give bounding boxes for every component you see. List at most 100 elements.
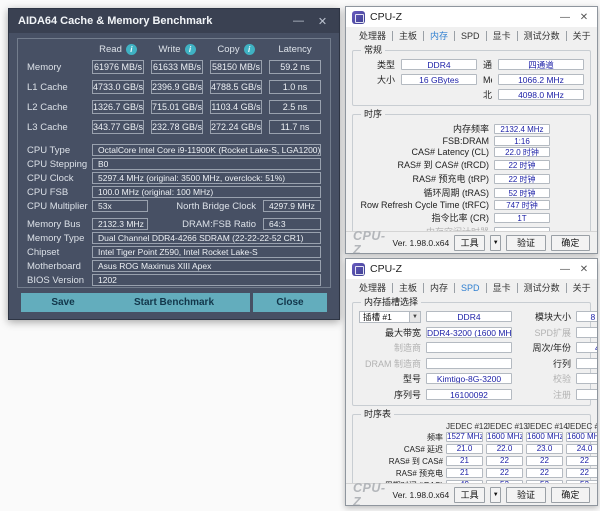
bench-value: 1.0 ns	[269, 80, 321, 94]
jedec-cell: 1600 MHz	[526, 432, 563, 442]
jedec-cell: 21.0	[446, 444, 483, 454]
mem-controller-field: 1066.2 MHz	[498, 74, 584, 85]
timing-field: 2132.4 MHz	[494, 123, 550, 134]
ok-button[interactable]: 确定	[550, 486, 591, 503]
tab-spd[interactable]: SPD	[455, 30, 487, 41]
tab-cpu[interactable]: 处理器	[353, 282, 394, 293]
bench-value: 272.24 GB/s	[210, 120, 262, 134]
bench-value: 715.01 GB/s	[151, 100, 203, 114]
jedec-cell: 22.0	[486, 444, 523, 454]
groupbox-title: 时序表	[361, 408, 395, 420]
start-benchmark-button[interactable]: Start Benchmark	[98, 293, 250, 312]
col-header-read: Read i	[92, 44, 144, 55]
tools-button[interactable]: 工具	[454, 234, 486, 251]
info-row-cpu-fsb: CPU FSB 100.0 MHz (original: 100 MHz)	[27, 186, 321, 198]
slot-select-groupbox: 内存插槽选择 插槽 #1 ▼ DDR4 模块大小 8 GBytes 最大带宽 D…	[352, 297, 597, 406]
save-button[interactable]: Save	[21, 293, 105, 312]
bench-row-memory: Memory 61976 MB/s 61633 MB/s 58150 MB/s …	[27, 60, 321, 74]
validate-button[interactable]: 验证	[506, 486, 546, 503]
info-row-cpu-multiplier: CPU Multiplier 53x North Bridge Clock 42…	[27, 200, 321, 212]
tab-memory[interactable]: 内存	[424, 30, 456, 41]
row-label: Memory	[27, 61, 62, 73]
col-header-latency: Latency	[278, 44, 312, 55]
info-value: 1202	[92, 274, 321, 286]
tab-about[interactable]: 关于	[567, 282, 597, 293]
tab-graphics[interactable]: 显卡	[487, 282, 518, 293]
jedec-col-header: JEDEC #12	[446, 421, 488, 431]
aida64-titlebar[interactable]: AIDA64 Cache & Memory Benchmark — ✕	[9, 9, 339, 33]
tab-cpu[interactable]: 处理器	[353, 30, 394, 41]
cpuz-spd-window: CPU-Z — ✕ 处理器 主板 内存 SPD 显卡 测试分数 关于 内存插槽选…	[345, 258, 598, 506]
slot-select-dropdown[interactable]: 插槽 #1 ▼	[359, 310, 421, 323]
validate-button[interactable]: 验证	[506, 234, 546, 251]
minimize-icon[interactable]: —	[558, 264, 572, 275]
info-row-chipset: Chipset Intel Tiger Point Z590, Intel Ro…	[27, 246, 321, 258]
timing-field: 22 时钟	[494, 173, 550, 184]
memory-type-field: DDR4	[401, 59, 477, 70]
cpuz-statusbar: CPU-Z Ver. 1.98.0.x64 工具 ▼ 验证 确定	[346, 229, 597, 253]
nb-frequency-field: 4098.0 MHz	[498, 89, 584, 100]
version-label: Ver. 1.98.0.x64	[392, 237, 450, 248]
row-label: L1 Cache	[27, 81, 68, 93]
close-button[interactable]: Close	[253, 293, 327, 312]
cpuz-app-icon	[352, 262, 365, 276]
info-icon[interactable]: i	[243, 44, 255, 55]
close-icon[interactable]: ✕	[577, 12, 591, 23]
jedec-col-header: JEDEC #13	[486, 421, 528, 431]
info-row-cpu-type: CPU Type OctalCore Intel Core i9-11900K …	[27, 144, 321, 156]
cpuz-statusbar: CPU-Z Ver. 1.98.0.x64 工具 ▼ 验证 确定	[346, 481, 597, 505]
timing-field: 747 时钟	[494, 200, 550, 210]
info-value: 4297.9 MHz	[263, 200, 321, 212]
jedec-cell: 1600 MHz	[566, 432, 597, 442]
info-row-cpu-clock: CPU Clock 5297.4 MHz (original: 3500 MHz…	[27, 172, 321, 184]
aida64-button-row: Save Start Benchmark Close	[9, 293, 339, 312]
info-value: Asus ROG Maximus XIII Apex	[92, 260, 321, 272]
jedec-cell: 21	[446, 456, 483, 466]
jedec-cell: 1600 MHz	[486, 432, 523, 442]
dropdown-arrow-icon: ▼	[409, 311, 420, 322]
jedec-cell: 23.0	[526, 444, 563, 454]
tab-about[interactable]: 关于	[567, 30, 597, 41]
bench-value: 61976 MB/s	[92, 60, 144, 74]
bench-row-l3: L3 Cache 343.77 GB/s 232.78 GB/s 272.24 …	[27, 120, 321, 134]
timing-field: 52 时钟	[494, 187, 550, 198]
tab-bench[interactable]: 测试分数	[518, 30, 567, 41]
jedec-cell: 21	[446, 468, 483, 478]
general-groupbox: 常规 类型 DDR4 通道数 四通道 大小 16 GBytes Mem Cont…	[352, 45, 591, 106]
close-icon[interactable]: ✕	[577, 264, 591, 275]
row-label: L3 Cache	[27, 121, 68, 133]
ok-button[interactable]: 确定	[550, 234, 591, 251]
cpuz-window-title: CPU-Z	[370, 11, 403, 23]
tab-mainboard[interactable]: 主板	[393, 282, 425, 293]
minimize-icon[interactable]: —	[558, 12, 572, 23]
tab-memory[interactable]: 内存	[424, 282, 456, 293]
close-icon[interactable]: ✕	[315, 15, 330, 28]
tools-dropdown-arrow-icon[interactable]: ▼	[490, 234, 502, 251]
info-value: Dual Channel DDR4-4266 SDRAM (22-22-22-5…	[92, 232, 321, 244]
cpuz-titlebar[interactable]: CPU-Z — ✕	[346, 7, 597, 27]
tab-mainboard[interactable]: 主板	[393, 30, 425, 41]
tools-button[interactable]: 工具	[454, 486, 486, 503]
info-value: OctalCore Intel Core i9-11900K (Rocket L…	[92, 144, 321, 156]
tab-bench[interactable]: 测试分数	[518, 282, 567, 293]
info-icon[interactable]: i	[125, 44, 137, 55]
tab-spd[interactable]: SPD	[455, 282, 487, 293]
aida64-window-title: AIDA64 Cache & Memory Benchmark	[18, 15, 213, 27]
bench-value: 4733.0 GB/s	[92, 80, 144, 94]
serial-number-field: 16100092	[426, 388, 512, 400]
cpuz-tab-bar: 处理器 主板 内存 SPD 显卡 测试分数 关于	[346, 27, 597, 42]
spd-ext-field	[576, 326, 597, 338]
info-icon[interactable]: i	[184, 44, 196, 55]
cpuz-titlebar[interactable]: CPU-Z — ✕	[346, 259, 597, 279]
tab-graphics[interactable]: 显卡	[487, 30, 518, 41]
cpuz-app-icon	[352, 10, 365, 24]
bench-value: 232.78 GB/s	[151, 120, 203, 134]
cpuz-window-title: CPU-Z	[370, 263, 403, 275]
info-row-bios-version: BIOS Version 1202	[27, 274, 321, 286]
week-year-field: 46 / 21	[576, 342, 597, 353]
max-bandwidth-field: DDR4-3200 (1600 MHz)	[426, 326, 512, 338]
info-value: 5297.4 MHz (original: 3500 MHz, overcloc…	[92, 172, 321, 184]
jedec-cell: 24.0	[566, 444, 597, 454]
minimize-icon[interactable]: —	[291, 15, 306, 27]
tools-dropdown-arrow-icon[interactable]: ▼	[490, 486, 502, 503]
